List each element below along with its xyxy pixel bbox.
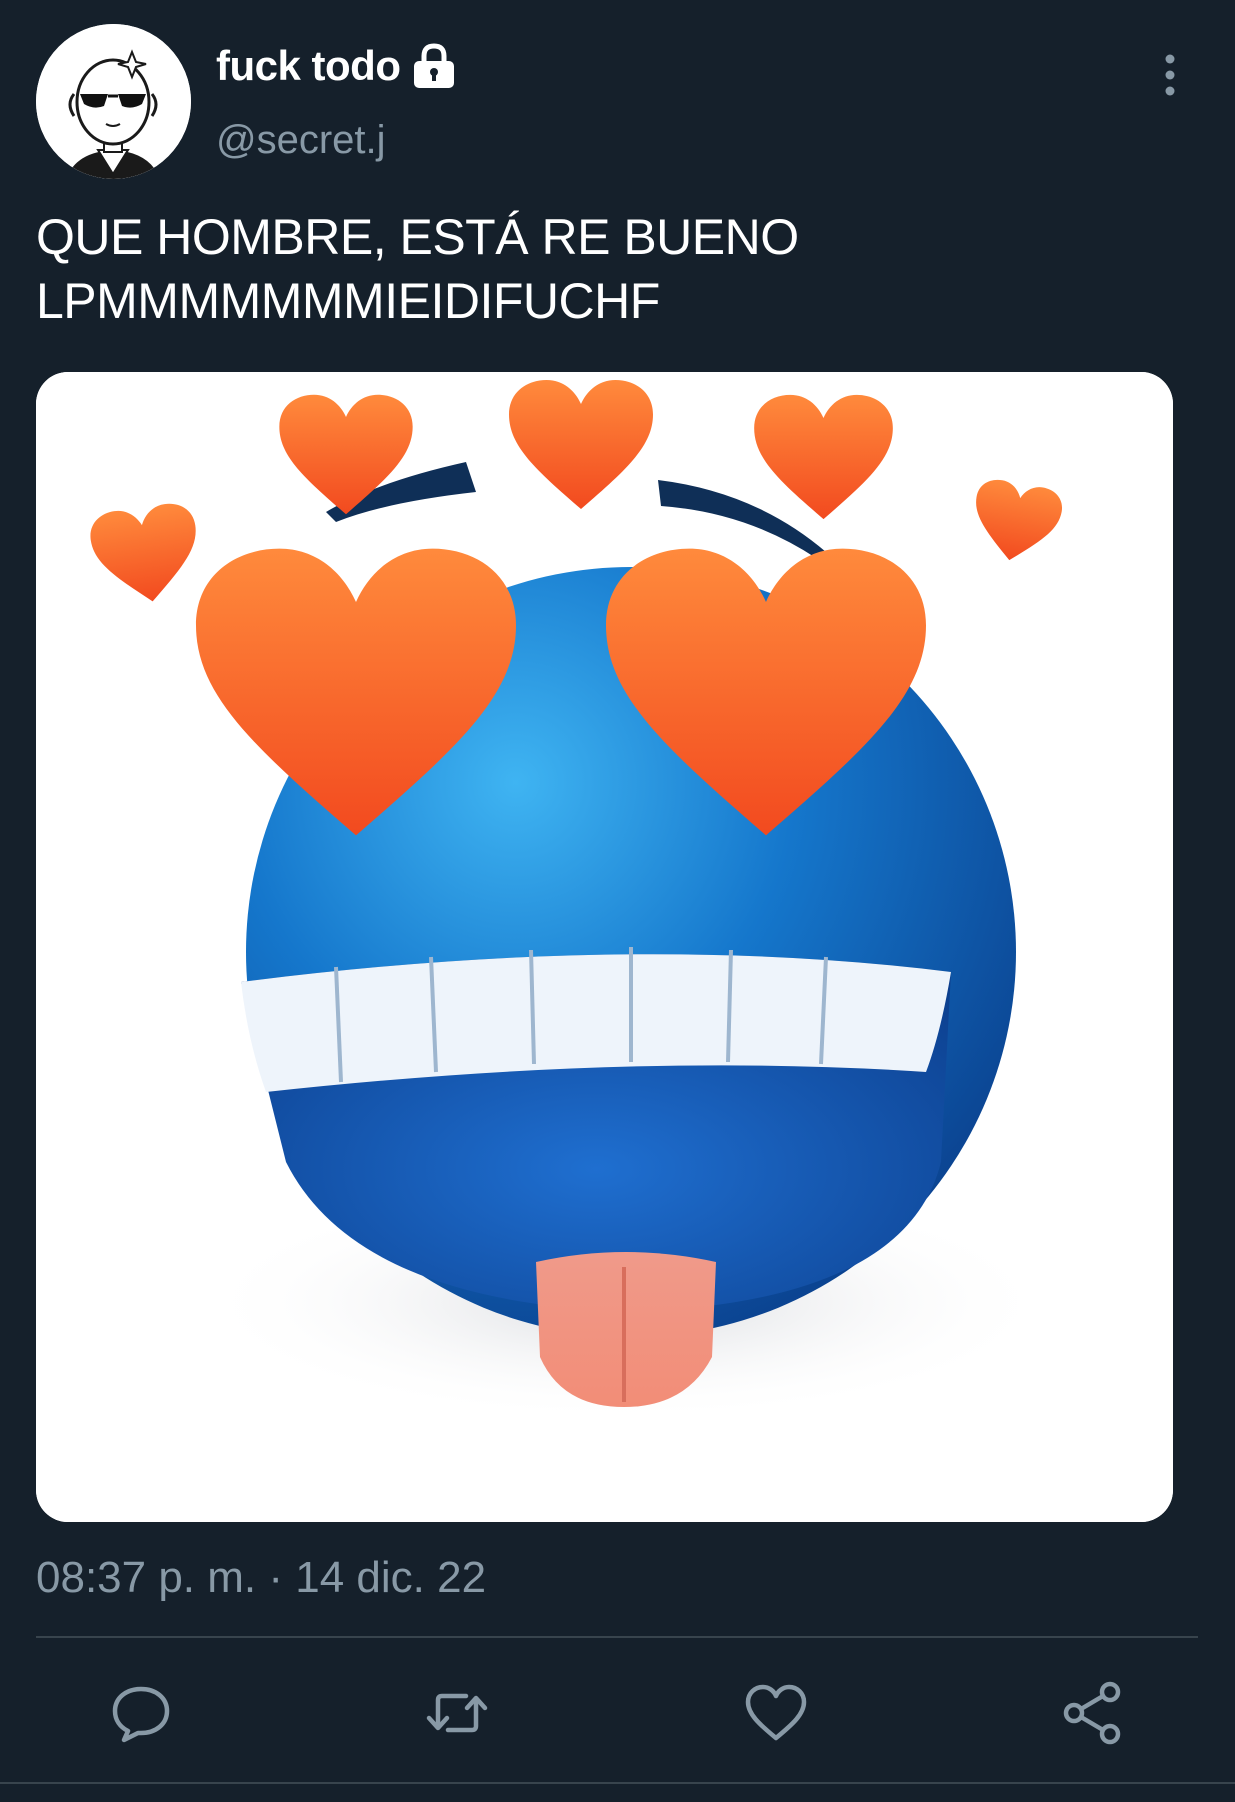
avatar[interactable] [36,24,191,179]
divider [36,1636,1198,1638]
author-handle[interactable]: @secret.j [216,118,386,163]
like-button[interactable] [743,1680,809,1746]
retweet-button[interactable] [424,1680,490,1746]
share-icon [1063,1681,1121,1745]
lock-icon [414,43,455,88]
author-display-name[interactable]: fuck todo [216,42,456,90]
tweet-text-line: LPMMMMMMMIEIDIFUCHF [36,273,660,329]
bottom-divider [0,1782,1235,1784]
tweet-text-line: QUE HOMBRE, ESTÁ RE BUENO [36,209,799,265]
tweet-timestamp[interactable]: 08:37 p. m. · 14 dic. 22 [36,1553,486,1603]
share-button[interactable] [1060,1680,1126,1746]
avatar-image [36,24,191,179]
heart-eyes-emoji-image [36,372,1173,1522]
reply-button[interactable] [108,1680,174,1746]
reply-icon [112,1686,170,1743]
retweet-icon [426,1693,488,1733]
tweet-media[interactable] [36,372,1173,1522]
tweet-text: QUE HOMBRE, ESTÁ RE BUENO LPMMMMMMMIEIDI… [36,205,1186,333]
more-options-icon[interactable] [1150,52,1190,98]
heart-icon [745,1684,807,1741]
display-name-text: fuck todo [216,42,401,89]
